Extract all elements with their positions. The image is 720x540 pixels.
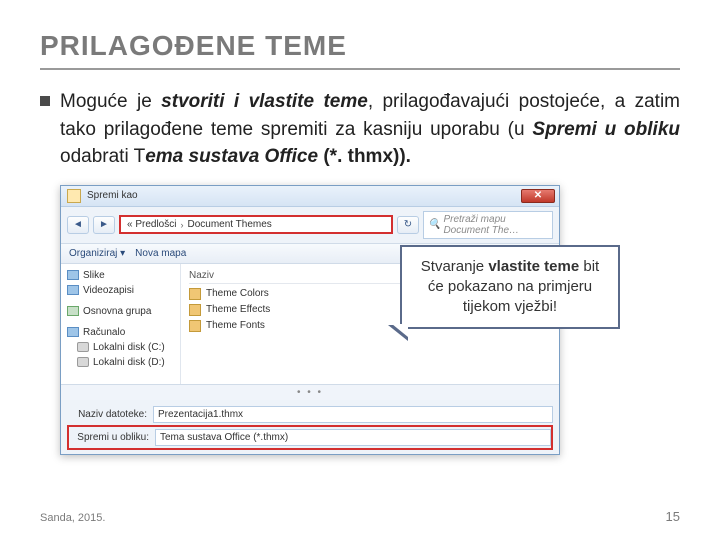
footer-author: Sanda, 2015. bbox=[40, 512, 105, 524]
callout-text: Stvaranje bbox=[421, 258, 489, 275]
back-button[interactable]: ◄ bbox=[67, 216, 89, 234]
text: odabrati T bbox=[60, 146, 145, 167]
filename-row: Naziv datoteke: Prezentacija1.thmx bbox=[67, 404, 553, 425]
sidebar-item[interactable]: Slike bbox=[61, 268, 180, 283]
forward-button[interactable]: ► bbox=[93, 216, 115, 234]
save-icon bbox=[67, 189, 81, 203]
text-bold: (*. thmx)). bbox=[318, 146, 411, 167]
page-number: 15 bbox=[666, 509, 680, 524]
callout: Stvaranje vlastite teme bit će pokazano … bbox=[400, 245, 620, 330]
sidebar-item[interactable]: Lokalni disk (C:) bbox=[61, 340, 180, 355]
sidebar-item-label: Računalo bbox=[83, 327, 125, 338]
callout-bold: vlastite teme bbox=[488, 258, 579, 275]
disk-icon bbox=[77, 357, 89, 367]
refresh-button[interactable]: ↻ bbox=[397, 216, 419, 234]
file-name: Theme Fonts bbox=[206, 320, 265, 331]
new-folder-button[interactable]: Nova mapa bbox=[135, 248, 186, 259]
search-placeholder: Pretraži mapu Document The… bbox=[443, 214, 548, 236]
sidebar-item[interactable]: Računalo bbox=[61, 325, 180, 340]
savetype-label: Spremi u obliku: bbox=[69, 432, 149, 443]
sidebar-item[interactable]: Lokalni disk (D:) bbox=[61, 355, 180, 370]
folder-icon bbox=[67, 270, 79, 280]
chevron-right-icon: › bbox=[180, 220, 183, 230]
breadcrumb[interactable]: « Predlošci › Document Themes bbox=[119, 215, 393, 234]
folder-icon bbox=[189, 304, 201, 316]
slide-title: PRILAGOĐENE TEME bbox=[40, 30, 680, 70]
dialog-container: Spremi kao ✕ ◄ ► « Predlošci › Document … bbox=[60, 185, 560, 455]
filename-field[interactable]: Prezentacija1.thmx bbox=[153, 406, 553, 423]
sidebar-item[interactable]: Videozapisi bbox=[61, 283, 180, 298]
savetype-row: Spremi u obliku: Tema sustava Office (*.… bbox=[67, 425, 553, 450]
sidebar-item-label: Lokalni disk (C:) bbox=[93, 342, 165, 353]
search-input[interactable]: 🔍 Pretraži mapu Document The… bbox=[423, 211, 553, 239]
organize-button[interactable]: Organiziraj ▾ bbox=[69, 248, 125, 259]
folder-icon bbox=[67, 285, 79, 295]
close-button[interactable]: ✕ bbox=[521, 189, 555, 203]
nav-bar: ◄ ► « Predlošci › Document Themes ↻ 🔍 Pr… bbox=[61, 207, 559, 244]
folder-icon bbox=[189, 288, 201, 300]
sidebar-item[interactable]: Osnovna grupa bbox=[61, 304, 180, 319]
resize-grip: • • • bbox=[61, 384, 559, 400]
search-icon: 🔍 bbox=[428, 219, 440, 230]
folder-icon bbox=[189, 320, 201, 332]
homegroup-icon bbox=[67, 306, 79, 316]
bullet-item: Moguće je stvoriti i vlastite teme, pril… bbox=[40, 88, 680, 171]
text-italic: ema sustava Office bbox=[145, 146, 318, 167]
breadcrumb-a: « Predlošci bbox=[127, 219, 176, 230]
text-italic: Spremi u obliku bbox=[532, 119, 680, 140]
dialog-title: Spremi kao bbox=[87, 190, 138, 201]
sidebar-tree: Slike Videozapisi Osnovna grupa Računalo… bbox=[61, 264, 181, 384]
text-italic: stvoriti i vlastite teme bbox=[161, 91, 368, 112]
breadcrumb-b: Document Themes bbox=[187, 219, 271, 230]
disk-icon bbox=[77, 342, 89, 352]
sidebar-item-label: Videozapisi bbox=[83, 285, 134, 296]
computer-icon bbox=[67, 327, 79, 337]
sidebar-item-label: Lokalni disk (D:) bbox=[93, 357, 165, 368]
paragraph: Moguće je stvoriti i vlastite teme, pril… bbox=[60, 88, 680, 171]
filename-label: Naziv datoteke: bbox=[67, 409, 147, 420]
sidebar-item-label: Osnovna grupa bbox=[83, 306, 151, 317]
save-rows: Naziv datoteke: Prezentacija1.thmx Sprem… bbox=[61, 400, 559, 454]
bullet-marker bbox=[40, 96, 50, 106]
dialog-titlebar[interactable]: Spremi kao ✕ bbox=[61, 186, 559, 207]
savetype-field[interactable]: Tema sustava Office (*.thmx) bbox=[155, 429, 551, 446]
sidebar-item-label: Slike bbox=[83, 270, 105, 281]
text: Moguće je bbox=[60, 91, 161, 112]
file-name: Theme Colors bbox=[206, 288, 269, 299]
file-name: Theme Effects bbox=[206, 304, 270, 315]
